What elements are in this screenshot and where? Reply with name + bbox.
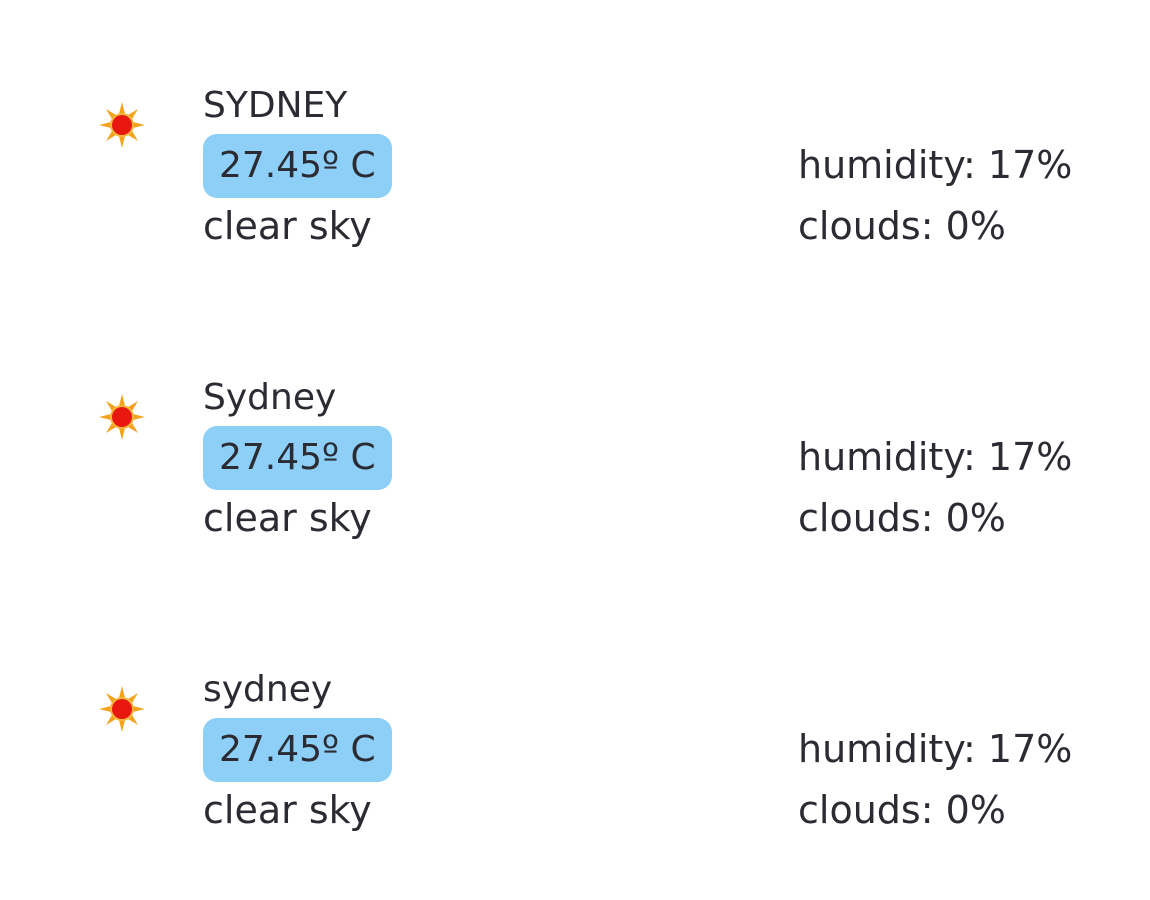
weather-description: clear sky: [203, 204, 372, 248]
humidity-text: humidity: 17%: [798, 143, 1073, 187]
weather-description: clear sky: [203, 788, 372, 832]
weather-card-sydney-title: Sydney 27.45º C clear sky humidity: 17% …: [0, 372, 1150, 552]
weather-card-sydney-lower: sydney 27.45º C clear sky humidity: 17% …: [0, 664, 1150, 844]
temperature-badge: 27.45º C: [203, 718, 392, 782]
weather-list: SYDNEY 27.45º C clear sky humidity: 17% …: [0, 0, 1150, 900]
sun-icon: [97, 684, 147, 734]
city-name: sydney: [203, 669, 333, 710]
clouds-text: clouds: 0%: [798, 496, 1006, 540]
weather-description: clear sky: [203, 496, 372, 540]
temperature-badge: 27.45º C: [203, 134, 392, 198]
clouds-text: clouds: 0%: [798, 788, 1006, 832]
weather-card-sydney-upper: SYDNEY 27.45º C clear sky humidity: 17% …: [0, 80, 1150, 260]
sun-icon: [97, 392, 147, 442]
humidity-text: humidity: 17%: [798, 435, 1073, 479]
sun-icon: [97, 100, 147, 150]
city-name: Sydney: [203, 377, 337, 418]
city-name: SYDNEY: [203, 85, 348, 126]
humidity-text: humidity: 17%: [798, 727, 1073, 771]
clouds-text: clouds: 0%: [798, 204, 1006, 248]
temperature-badge: 27.45º C: [203, 426, 392, 490]
